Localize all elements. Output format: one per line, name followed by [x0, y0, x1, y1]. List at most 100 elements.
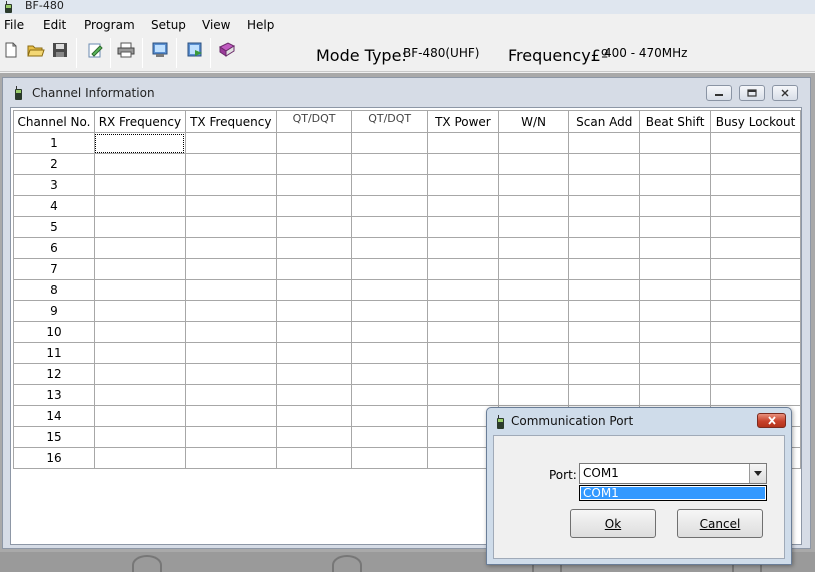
col-header-channel-no[interactable]: Channel No. [13, 110, 95, 133]
channel-cell[interactable] [497, 363, 570, 385]
channel-cell[interactable] [710, 300, 801, 322]
menu-program[interactable]: Program [84, 18, 135, 32]
channel-cell[interactable] [497, 195, 570, 217]
channel-cell[interactable] [497, 300, 570, 322]
channel-cell[interactable] [497, 216, 570, 238]
channel-cell[interactable] [639, 321, 712, 343]
channel-cell[interactable] [275, 153, 353, 175]
channel-cell[interactable] [710, 384, 801, 406]
channel-cell[interactable] [710, 132, 801, 154]
channel-cell[interactable] [93, 279, 186, 301]
col-header-scan-add[interactable]: Scan Add [568, 110, 641, 133]
channel-cell[interactable] [568, 237, 641, 259]
channel-cell[interactable] [427, 363, 499, 385]
channel-cell[interactable] [568, 321, 641, 343]
channel-cell[interactable] [184, 426, 277, 448]
channel-cell[interactable] [639, 174, 712, 196]
channel-cell[interactable] [351, 447, 428, 469]
channel-cell[interactable] [184, 279, 277, 301]
channel-cell[interactable] [427, 279, 499, 301]
channel-number-cell[interactable]: 10 [13, 321, 95, 343]
channel-cell[interactable] [184, 132, 277, 154]
channel-cell[interactable] [568, 216, 641, 238]
channel-cell[interactable] [93, 426, 186, 448]
channel-cell[interactable] [275, 216, 353, 238]
save-icon[interactable] [51, 41, 69, 59]
channel-number-cell[interactable]: 6 [13, 237, 95, 259]
channel-cell[interactable] [275, 237, 353, 259]
channel-number-cell[interactable]: 2 [13, 153, 95, 175]
channel-cell[interactable] [184, 237, 277, 259]
channel-cell[interactable] [568, 342, 641, 364]
channel-cell[interactable] [427, 237, 499, 259]
channel-cell[interactable] [639, 363, 712, 385]
channel-cell[interactable] [93, 384, 186, 406]
channel-cell[interactable] [639, 237, 712, 259]
menu-view[interactable]: View [202, 18, 230, 32]
channel-cell[interactable] [93, 195, 186, 217]
channel-cell[interactable] [184, 195, 277, 217]
channel-cell[interactable] [93, 447, 186, 469]
menu-setup[interactable]: Setup [151, 18, 186, 32]
channel-number-cell[interactable]: 7 [13, 258, 95, 280]
channel-cell[interactable] [275, 384, 353, 406]
channel-cell[interactable] [93, 216, 186, 238]
channel-cell[interactable] [93, 174, 186, 196]
channel-cell[interactable] [184, 153, 277, 175]
channel-cell[interactable] [275, 258, 353, 280]
new-file-icon[interactable] [2, 41, 20, 59]
channel-number-cell[interactable]: 11 [13, 342, 95, 364]
dialog-close-button[interactable] [757, 413, 786, 428]
channel-cell[interactable] [639, 342, 712, 364]
channel-cell[interactable] [275, 174, 353, 196]
menu-edit[interactable]: Edit [43, 18, 66, 32]
open-folder-icon[interactable] [27, 41, 45, 59]
channel-cell[interactable] [427, 153, 499, 175]
channel-cell[interactable] [93, 300, 186, 322]
channel-cell[interactable] [275, 447, 353, 469]
channel-cell[interactable] [568, 153, 641, 175]
channel-cell[interactable] [93, 153, 186, 175]
channel-number-cell[interactable]: 13 [13, 384, 95, 406]
channel-cell[interactable] [351, 321, 428, 343]
channel-cell[interactable] [427, 342, 499, 364]
channel-number-cell[interactable]: 15 [13, 426, 95, 448]
channel-cell[interactable] [351, 300, 428, 322]
channel-cell[interactable] [497, 279, 570, 301]
channel-cell[interactable] [639, 279, 712, 301]
channel-cell[interactable] [351, 132, 428, 154]
col-header-tx-frequency[interactable]: TX Frequency [184, 110, 277, 133]
channel-cell[interactable] [275, 426, 353, 448]
channel-cell[interactable] [275, 279, 353, 301]
channel-cell[interactable] [275, 300, 353, 322]
channel-cell[interactable] [351, 405, 428, 427]
channel-number-cell[interactable]: 8 [13, 279, 95, 301]
channel-number-cell[interactable]: 16 [13, 447, 95, 469]
channel-cell[interactable] [351, 258, 428, 280]
channel-cell[interactable] [639, 153, 712, 175]
port-option-com1[interactable]: COM1 [581, 487, 765, 499]
channel-cell[interactable] [184, 384, 277, 406]
channel-cell[interactable] [93, 363, 186, 385]
channel-cell[interactable] [427, 384, 499, 406]
channel-cell[interactable] [351, 426, 428, 448]
channel-cell[interactable] [497, 237, 570, 259]
col-header-qt-enc[interactable]: QT/DQT [351, 110, 428, 133]
channel-cell[interactable] [275, 363, 353, 385]
channel-cell[interactable] [497, 384, 570, 406]
menu-help[interactable]: Help [247, 18, 274, 32]
channel-cell[interactable] [275, 321, 353, 343]
col-header-beat-shift[interactable]: Beat Shift [639, 110, 712, 133]
port-dropdown-button[interactable] [749, 464, 766, 483]
close-window-button[interactable] [772, 85, 798, 101]
channel-number-cell[interactable]: 1 [13, 132, 95, 154]
channel-cell[interactable] [639, 216, 712, 238]
channel-cell[interactable] [639, 384, 712, 406]
channel-cell[interactable] [184, 216, 277, 238]
channel-cell[interactable] [351, 153, 428, 175]
channel-cell[interactable] [275, 195, 353, 217]
channel-cell[interactable] [710, 153, 801, 175]
channel-cell[interactable] [275, 342, 353, 364]
channel-cell[interactable] [184, 405, 277, 427]
col-header-wn[interactable]: W/N [497, 110, 570, 133]
